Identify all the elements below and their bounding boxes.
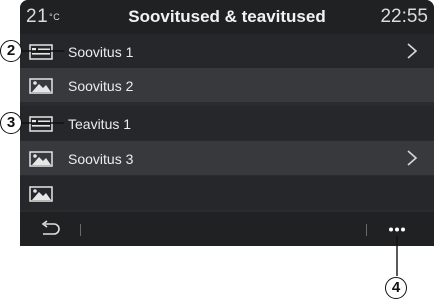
callout-lines [22, 50, 398, 276]
callout-4: 4 [385, 277, 407, 299]
callout-3: 3 [0, 112, 22, 134]
callout-2: 2 [0, 40, 22, 62]
